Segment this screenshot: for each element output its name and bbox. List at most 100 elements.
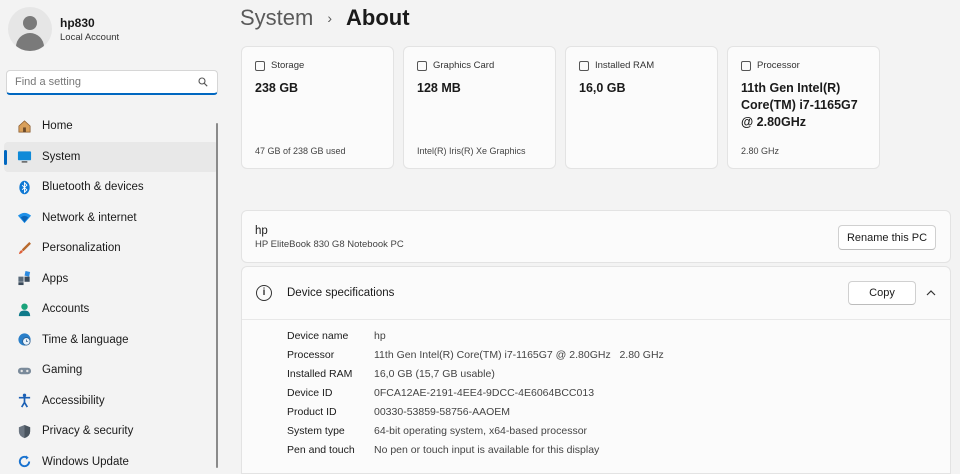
spec-label: Device name [287, 330, 349, 343]
sidebar-item-label: System [42, 150, 81, 163]
sidebar-item-network[interactable]: Network & internet [4, 203, 218, 234]
card-title: Installed RAM [595, 60, 655, 71]
device-specifications-section: i Device specifications Copy Device name… [241, 266, 951, 474]
rename-pc-button[interactable]: Rename this PC [838, 225, 936, 250]
card-detail: 2.80 GHz [741, 146, 780, 156]
card-detail: Intel(R) Iris(R) Xe Graphics [417, 146, 526, 156]
graphics-card-card[interactable]: Graphics Card 128 MB Intel(R) Iris(R) Xe… [403, 46, 556, 169]
brush-icon [16, 240, 32, 256]
card-title: Graphics Card [433, 60, 495, 71]
sidebar-item-label: Apps [42, 272, 69, 285]
spec-value: 00330-53859-58756-AAOEM [374, 406, 511, 418]
gamepad-icon [16, 362, 32, 378]
spec-label: Pen and touch [287, 443, 355, 456]
device-name: hp [255, 225, 268, 237]
sidebar-item-label: Gaming [42, 364, 83, 377]
card-detail: 47 GB of 238 GB used [255, 146, 346, 156]
sidebar-item-bluetooth[interactable]: Bluetooth & devices [4, 172, 218, 203]
spec-row: Pen and touch No pen or touch input is a… [287, 440, 664, 459]
card-value: 11th Gen Intel(R) Core(TM) i7-1165G7 @ 2… [741, 81, 858, 129]
search-icon[interactable] [198, 77, 208, 87]
processor-card[interactable]: Processor 11th Gen Intel(R) Core(TM) i7-… [727, 46, 880, 169]
section-title: Device specifications [287, 287, 395, 299]
spec-row: System type 64-bit operating system, x64… [287, 421, 664, 440]
device-name-section: hp HP EliteBook 830 G8 Notebook PC Renam… [241, 210, 951, 263]
sidebar-item-apps[interactable]: Apps [4, 264, 218, 295]
spec-row: Device ID 0FCA12AE-2191-4EE4-9DCC-4E6064… [287, 384, 664, 403]
breadcrumb-separator: › [327, 10, 333, 26]
copy-button[interactable]: Copy [848, 281, 916, 305]
card-title: Storage [271, 60, 305, 71]
spec-row: Product ID 00330-53859-58756-AAOEM [287, 403, 664, 422]
update-icon [16, 454, 32, 470]
sidebar-item-label: Network & internet [42, 211, 137, 224]
sidebar-item-label: Home [42, 120, 73, 133]
sidebar-item-label: Accessibility [42, 394, 105, 407]
wifi-icon [16, 210, 32, 226]
spec-label: Processor [287, 349, 335, 362]
sidebar-item-personalization[interactable]: Personalization [4, 233, 218, 264]
info-icon: i [256, 285, 272, 301]
user-name: hp830 [60, 15, 95, 30]
sidebar-item-windows-update[interactable]: Windows Update [4, 447, 218, 474]
graphics-card-icon [417, 60, 427, 71]
sidebar-item-label: Personalization [42, 242, 121, 255]
sidebar-scrollbar[interactable] [216, 123, 218, 468]
sidebar-item-label: Windows Update [42, 455, 129, 468]
spec-value: 0FCA12AE-2191-4EE4-9DCC-4E6064BCC013 [374, 387, 595, 400]
ram-icon [579, 60, 589, 71]
sidebar-item-gaming[interactable]: Gaming [4, 355, 218, 386]
spec-label: Product ID [287, 406, 337, 418]
spec-row: Processor 11th Gen Intel(R) Core(TM) i7-… [287, 346, 664, 365]
page-title: About [346, 5, 410, 30]
spec-value: hp [374, 330, 386, 343]
spec-label: System type [287, 424, 345, 437]
card-title: Processor [757, 60, 800, 71]
device-specifications-header[interactable]: i Device specifications Copy [242, 267, 950, 320]
spec-value: No pen or touch input is available for t… [374, 443, 600, 456]
globe-clock-icon [16, 332, 32, 348]
accessibility-icon [16, 393, 32, 409]
storage-card[interactable]: Storage 238 GB 47 GB of 238 GB used [241, 46, 394, 169]
card-value: 128 MB [417, 81, 461, 95]
chevron-up-icon[interactable] [926, 289, 936, 297]
summary-cards: Storage 238 GB 47 GB of 238 GB used Grap… [241, 46, 889, 169]
spec-value: 16,0 GB (15,7 GB usable) [374, 368, 495, 381]
sidebar: hp830 Local Account Home System Bl [0, 0, 224, 474]
shield-icon [16, 423, 32, 439]
device-model: HP EliteBook 830 G8 Notebook PC [255, 239, 404, 250]
breadcrumb: System › About [240, 5, 410, 31]
spec-label: Device ID [287, 387, 333, 400]
sidebar-item-system[interactable]: System [4, 141, 218, 172]
spec-label: Installed RAM [287, 368, 353, 381]
ram-card[interactable]: Installed RAM 16,0 GB [565, 46, 718, 169]
sidebar-item-privacy[interactable]: Privacy & security [4, 416, 218, 447]
card-value: 238 GB [255, 81, 299, 95]
system-icon [16, 149, 32, 165]
sidebar-item-label: Privacy & security [42, 425, 134, 438]
spec-value: 64-bit operating system, x64-based proce… [374, 424, 588, 437]
sidebar-item-accounts[interactable]: Accounts [4, 294, 218, 325]
avatar [8, 7, 52, 51]
accounts-icon [16, 301, 32, 317]
sidebar-item-home[interactable]: Home [4, 111, 218, 142]
home-icon [16, 118, 32, 134]
search-box[interactable] [6, 70, 218, 95]
processor-icon [741, 60, 751, 71]
sidebar-nav: Home System Bluetooth & devices Network … [0, 111, 220, 474]
search-input[interactable] [15, 76, 195, 88]
spec-row: Device name hp [287, 327, 664, 346]
account-type: Local Account [60, 31, 120, 43]
user-profile[interactable]: hp830 Local Account [8, 7, 119, 51]
sidebar-item-label: Time & language [42, 333, 129, 346]
spec-value: 11th Gen Intel(R) Core(TM) i7-1165G7 @ 2… [374, 349, 664, 362]
breadcrumb-parent[interactable]: System [240, 5, 313, 31]
sidebar-item-accessibility[interactable]: Accessibility [4, 386, 218, 417]
bluetooth-icon [16, 179, 32, 195]
card-value: 16,0 GB [579, 81, 626, 95]
storage-icon [255, 60, 265, 71]
sidebar-item-time-language[interactable]: Time & language [4, 325, 218, 356]
sidebar-item-label: Bluetooth & devices [42, 181, 144, 194]
apps-icon [16, 271, 32, 287]
spec-list: Device name hp Processor 11th Gen Intel(… [287, 327, 664, 459]
